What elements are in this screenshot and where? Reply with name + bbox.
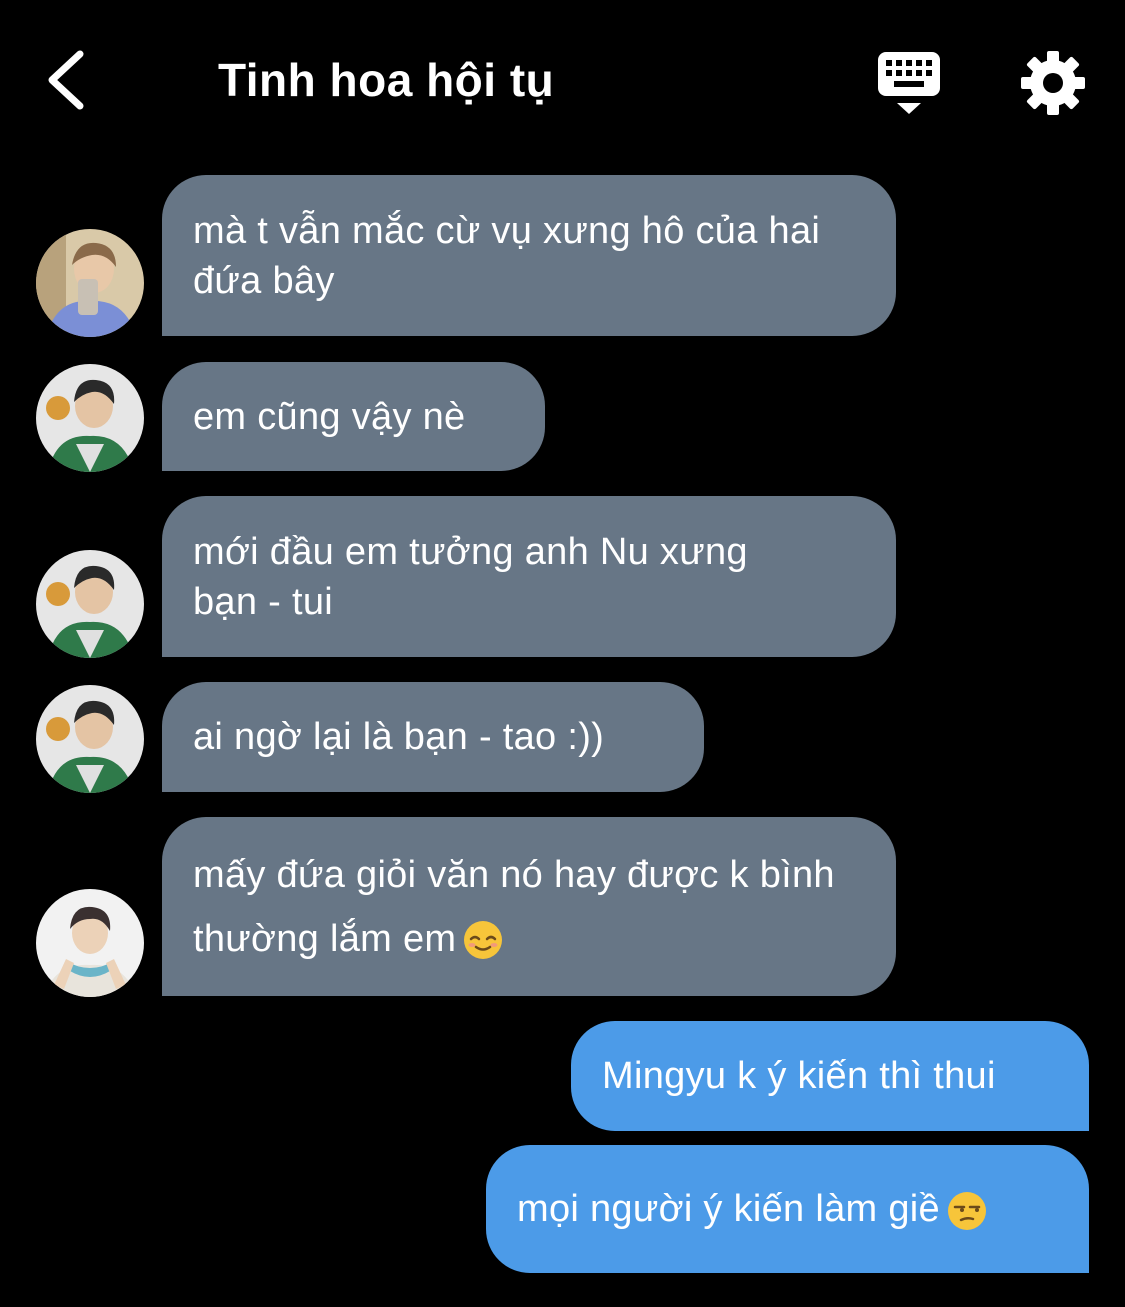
message-text: mấy đứa giỏi văn nó hay được k bình thườ… — [193, 853, 835, 960]
message-bubble-incoming[interactable]: mấy đứa giỏi văn nó hay được k bình thườ… — [162, 817, 896, 996]
sender-avatar[interactable] — [36, 685, 144, 793]
unamused-face-emoji-icon — [946, 1190, 988, 1232]
sender-avatar[interactable] — [36, 364, 144, 472]
message-text: Mingyu k ý kiến thì thui — [602, 1055, 996, 1097]
message-content: mọi người ý kiến làm giề — [517, 1184, 988, 1234]
message-text: mà t vẫn mắc cừ vụ xưng hô của hai đứa b… — [193, 209, 821, 302]
message-text: ai ngờ lại là bạn - tao :)) — [193, 716, 605, 758]
back-button[interactable] — [30, 40, 110, 120]
avatar-photo — [36, 685, 144, 793]
chat-title: Tinh hoa hội tụ — [218, 54, 555, 106]
message-bubble-outgoing[interactable]: Mingyu k ý kiến thì thui — [571, 1021, 1089, 1131]
message-text: mọi người ý kiến làm giề — [517, 1188, 940, 1230]
message-bubble-outgoing[interactable]: mọi người ý kiến làm giề — [486, 1145, 1089, 1273]
message-bubble-incoming[interactable]: em cũng vậy nè — [162, 362, 545, 471]
settings-button[interactable] — [1018, 48, 1088, 118]
message-text: mới đầu em tưởng anh Nu xưng bạn - tui — [193, 530, 748, 623]
message-content: mấy đứa giỏi văn nó hay được k bình thườ… — [193, 843, 836, 971]
chevron-left-icon — [48, 50, 84, 110]
message-bubble-incoming[interactable]: ai ngờ lại là bạn - tao :)) — [162, 682, 704, 792]
sender-avatar[interactable] — [36, 889, 144, 997]
avatar-photo — [36, 889, 144, 997]
message-bubble-incoming[interactable]: mới đầu em tưởng anh Nu xưng bạn - tui — [162, 496, 896, 657]
avatar-photo — [36, 229, 144, 337]
message-text: em cũng vậy nè — [193, 395, 466, 438]
keyboard-toggle-button[interactable] — [872, 48, 946, 118]
chat-header: Tinh hoa hội tụ — [0, 0, 1125, 160]
message-bubble-incoming[interactable]: mà t vẫn mắc cừ vụ xưng hô của hai đứa b… — [162, 175, 896, 336]
keyboard-hide-icon — [878, 52, 940, 114]
gear-icon — [1021, 51, 1085, 115]
sender-avatar[interactable] — [36, 229, 144, 337]
avatar-photo — [36, 364, 144, 472]
relieved-face-emoji-icon — [462, 919, 504, 961]
sender-avatar[interactable] — [36, 550, 144, 658]
avatar-photo — [36, 550, 144, 658]
